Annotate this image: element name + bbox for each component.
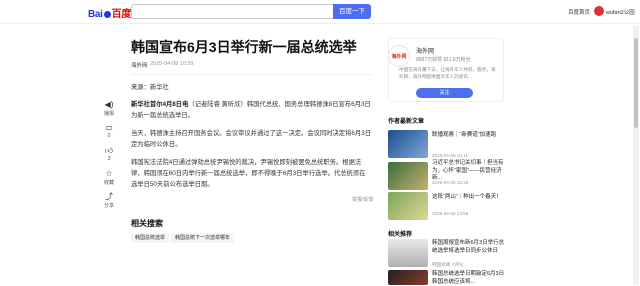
author-article-meta: 2025-04-08 16:11	[432, 153, 468, 158]
scrollbar[interactable]	[633, 26, 639, 285]
top-bar: Bai 百度 百度一下 百度首页 wufan2公园	[0, 0, 640, 24]
divider	[131, 74, 371, 75]
recommend-thumbnail[interactable]	[388, 270, 428, 285]
search-button[interactable]: 百度一下	[333, 4, 371, 19]
recommend-heading: 相关推荐	[388, 232, 413, 238]
recommend-thumbnail[interactable]	[388, 239, 428, 267]
scrollbar-thumb[interactable]	[634, 38, 638, 128]
follow-button[interactable]: 关注	[416, 88, 473, 98]
paragraph-lead: 新华社首尔4月8日电（记者陆睿 黄昕欣）韩国代总统、国务总理韩德洙8日宣布6月3…	[131, 99, 371, 121]
comment-button[interactable]: ▭ 0	[100, 123, 118, 139]
author-description: 中国在海外覆下去，让海外华人共同，服务，海外网，海外网提供国外华人的资讯...	[399, 67, 496, 79]
recommend-title[interactable]: 韩国周报宣布新6月3日举行总统选举将选举日同步公休日	[432, 240, 506, 255]
recommend-meta: 韩国新闻 1评论	[432, 262, 464, 267]
share-button[interactable]: ⤴ 分享	[100, 192, 118, 209]
article-thumbnail[interactable]	[388, 192, 428, 220]
author-article-title[interactable]: 联播观察｜“新赛道”加速跑	[432, 132, 506, 140]
author-article-meta: 2025-04-08 14:56	[432, 211, 469, 216]
paragraph-source: 来源：新华社	[131, 84, 169, 91]
author-stats: 8687万获赞 811.8万粉丝	[416, 57, 471, 63]
like-button[interactable]: 👍︎ 3	[100, 146, 118, 162]
listen-button[interactable]: ◀) 播报	[100, 100, 118, 117]
homepage-link[interactable]: 百度首页	[568, 8, 590, 16]
paragraph-2: 当天，韩德洙主持召开国务会议。会议审议并通过了这一决定。会议同时决定将6月3日定…	[131, 130, 371, 148]
paw-icon	[103, 11, 111, 18]
speaker-icon: ◀)	[104, 100, 114, 109]
avatar[interactable]	[594, 6, 604, 16]
dateline: 新华社首尔4月8日电	[131, 101, 189, 108]
author-logo[interactable]: 海外网	[388, 45, 410, 67]
author-articles-heading: 作者最新文章	[388, 119, 425, 125]
baidu-logo[interactable]: Bai 百度	[88, 5, 131, 20]
article-thumbnail[interactable]	[388, 162, 428, 190]
related-tag[interactable]: 韩国总统下一次选举哪年	[171, 233, 235, 243]
related-search-heading: 相关搜索	[131, 219, 163, 228]
search-input[interactable]	[131, 4, 333, 19]
related-tag[interactable]: 韩国总统选举	[131, 233, 170, 243]
thumbs-up-icon: 👍︎	[104, 146, 114, 155]
article-title: 韩国宣布6月3日举行新一届总统选举	[131, 39, 357, 55]
share-icon: ⤴	[105, 192, 113, 201]
report-link[interactable]: 举报/反馈	[352, 196, 373, 203]
comment-icon: ▭	[105, 123, 113, 132]
author-article-title[interactable]: 这段“两山”｜种出一个春天！	[432, 194, 506, 202]
star-icon: ☆	[105, 169, 113, 178]
username[interactable]: wufan2公园	[606, 8, 635, 16]
paragraph-3: 韩国宪法法院4日通过弹劾总统尹锡悦的裁决，尹锡悦即刻被罢免总统职务。根据法律，韩…	[131, 159, 366, 188]
article-date: 2025-04-08 10:39	[150, 61, 194, 67]
favorite-button[interactable]: ☆ 收藏	[100, 169, 118, 186]
recommend-title[interactable]: 韩国总统选举日期敲定6月3日韩国总统应该将...	[432, 271, 506, 286]
article-thumbnail[interactable]	[388, 130, 428, 158]
author-article-meta: 2025-04-08 15:33	[432, 180, 469, 185]
author-name[interactable]: 海外网	[416, 46, 434, 55]
article-source[interactable]: 海外网	[131, 61, 148, 69]
